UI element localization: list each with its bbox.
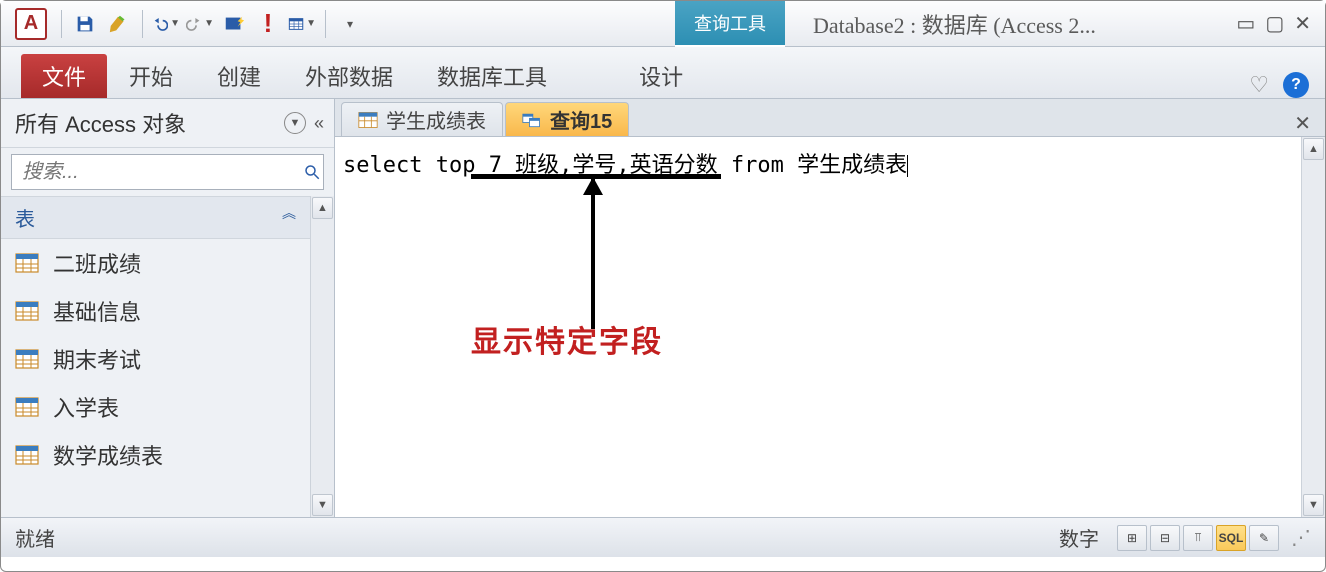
refresh-button[interactable]: [220, 10, 248, 38]
close-tab-button[interactable]: ✕: [1294, 111, 1311, 136]
annotation-arrow: [591, 179, 595, 329]
minimize-button[interactable]: ▭: [1236, 11, 1255, 36]
nav-object-list: 表 ︽ 二班成绩基础信息期末考试入学表数学成绩表: [1, 196, 310, 517]
nav-item-label: 期末考试: [53, 343, 141, 375]
nav-item-label: 基础信息: [53, 295, 141, 327]
collapse-group-icon: ︽: [282, 203, 296, 232]
nav-item[interactable]: 基础信息: [1, 287, 310, 335]
qat-separator: [325, 10, 326, 38]
text-cursor: [907, 155, 908, 177]
customize-icon: ▾: [347, 17, 353, 31]
save-button[interactable]: [71, 10, 99, 38]
nav-search-box[interactable]: [11, 154, 324, 190]
ribbon-tab-create[interactable]: 创建: [195, 54, 283, 98]
refresh-icon: [223, 13, 245, 35]
scroll-up-button[interactable]: ▲: [1303, 138, 1324, 160]
dropdown-arrow-icon: ▼: [306, 18, 316, 29]
datasheet-button[interactable]: ▼: [288, 10, 316, 38]
nav-search-input[interactable]: [12, 161, 300, 184]
file-tab[interactable]: 文件: [21, 54, 107, 98]
titlebar: A ▼ ▼ ! ▼ ▾ 查询工具 Database2 : 数据库 (Access…: [1, 1, 1325, 47]
sql-text-content[interactable]: select top 7 班级,学号,英语分数 from 学生成绩表: [335, 137, 1301, 189]
save-icon: [74, 13, 96, 35]
dropdown-arrow-icon: ▼: [170, 18, 180, 29]
nav-group-label: 表: [15, 203, 35, 232]
document-tab-label: 查询15: [550, 105, 612, 134]
pivot-chart-view-button[interactable]: ⫪: [1183, 525, 1213, 551]
qat-separator: [61, 10, 62, 38]
undo-icon: [152, 13, 168, 35]
window-controls: ▭ ▢ ✕: [1236, 11, 1311, 36]
document-tab[interactable]: 查询15: [505, 102, 629, 136]
main-area: 所有 Access 对象 ▼ « 表 ︽ 二班成绩基础信息期末考试入学表数学成绩…: [1, 99, 1325, 517]
nav-collapse-button[interactable]: «: [314, 113, 324, 134]
status-indicator: 数字: [1059, 523, 1099, 552]
scroll-track[interactable]: [1302, 161, 1325, 493]
undo-button[interactable]: ▼: [152, 10, 180, 38]
sql-view-button[interactable]: SQL: [1216, 525, 1246, 551]
close-window-button[interactable]: ✕: [1294, 11, 1311, 36]
scroll-down-button[interactable]: ▼: [312, 494, 333, 516]
search-icon[interactable]: [300, 163, 323, 181]
doc-scrollbar[interactable]: ▲ ▼: [1301, 137, 1325, 517]
nav-header-label: 所有 Access 对象: [15, 107, 284, 139]
ribbon-collapse-button[interactable]: ♡: [1249, 72, 1269, 98]
table-icon: [15, 301, 39, 321]
table-icon: [15, 253, 39, 273]
redo-icon: [186, 13, 202, 35]
document-tab-label: 学生成绩表: [386, 105, 486, 134]
quick-print-button[interactable]: [105, 10, 133, 38]
ribbon-tabs: 文件 开始 创建 外部数据 数据库工具 设计 ♡ ?: [1, 47, 1325, 99]
run-button[interactable]: !: [254, 10, 282, 38]
annotation-text: 显示特定字段: [471, 317, 663, 361]
nav-header[interactable]: 所有 Access 对象 ▼ «: [1, 99, 334, 148]
scroll-track[interactable]: [311, 220, 334, 493]
window-title: Database2 : 数据库 (Access 2...: [813, 8, 1096, 40]
tool-icon: [108, 13, 130, 35]
datasheet-view-button[interactable]: ⊞: [1117, 525, 1147, 551]
datasheet-icon: [288, 13, 304, 35]
nav-item[interactable]: 数学成绩表: [1, 431, 310, 479]
qat-separator: [142, 10, 143, 38]
ribbon-tab-dbtools[interactable]: 数据库工具: [415, 54, 569, 98]
navigation-pane: 所有 Access 对象 ▼ « 表 ︽ 二班成绩基础信息期末考试入学表数学成绩…: [1, 99, 335, 517]
nav-item[interactable]: 入学表: [1, 383, 310, 431]
nav-item-label: 数学成绩表: [53, 439, 163, 471]
sql-editor[interactable]: select top 7 班级,学号,英语分数 from 学生成绩表 显示特定字…: [335, 137, 1325, 517]
document-tab[interactable]: 学生成绩表: [341, 102, 503, 136]
document-area: 学生成绩表 查询15 ✕ select top 7 班级,学号,英语分数 from…: [335, 99, 1325, 517]
table-icon: [15, 397, 39, 417]
pivot-table-view-button[interactable]: ⊟: [1150, 525, 1180, 551]
nav-scrollbar[interactable]: ▲ ▼: [310, 196, 334, 517]
maximize-button[interactable]: ▢: [1265, 11, 1284, 36]
resize-grip-icon[interactable]: ⋰: [1291, 525, 1311, 550]
nav-item-label: 二班成绩: [53, 247, 141, 279]
ribbon-tab-external[interactable]: 外部数据: [283, 54, 415, 98]
nav-group-tables[interactable]: 表 ︽: [1, 196, 310, 239]
table-icon: [15, 445, 39, 465]
design-view-button[interactable]: ✎: [1249, 525, 1279, 551]
nav-item[interactable]: 二班成绩: [1, 239, 310, 287]
nav-filter-dropdown[interactable]: ▼: [284, 112, 306, 134]
access-logo-icon: A: [15, 8, 47, 40]
ribbon-tab-home[interactable]: 开始: [107, 54, 195, 98]
qat-customize-button[interactable]: ▾: [335, 10, 363, 38]
nav-item[interactable]: 期末考试: [1, 335, 310, 383]
table-icon: [358, 111, 378, 129]
table-icon: [15, 349, 39, 369]
contextual-tab-label: 查询工具: [675, 1, 785, 47]
dropdown-arrow-icon: ▼: [204, 18, 214, 29]
status-text: 就绪: [15, 523, 55, 552]
redo-button[interactable]: ▼: [186, 10, 214, 38]
scroll-down-button[interactable]: ▼: [1303, 494, 1324, 516]
exclamation-icon: !: [264, 8, 273, 39]
scroll-up-button[interactable]: ▲: [312, 197, 333, 219]
query-icon: [522, 111, 542, 129]
document-tabs: 学生成绩表 查询15 ✕: [335, 99, 1325, 137]
ribbon-tab-design[interactable]: 设计: [617, 54, 705, 98]
help-button[interactable]: ?: [1283, 72, 1309, 98]
status-bar: 就绪 数字 ⊞⊟⫪SQL✎ ⋰: [1, 517, 1325, 557]
nav-item-label: 入学表: [53, 391, 119, 423]
